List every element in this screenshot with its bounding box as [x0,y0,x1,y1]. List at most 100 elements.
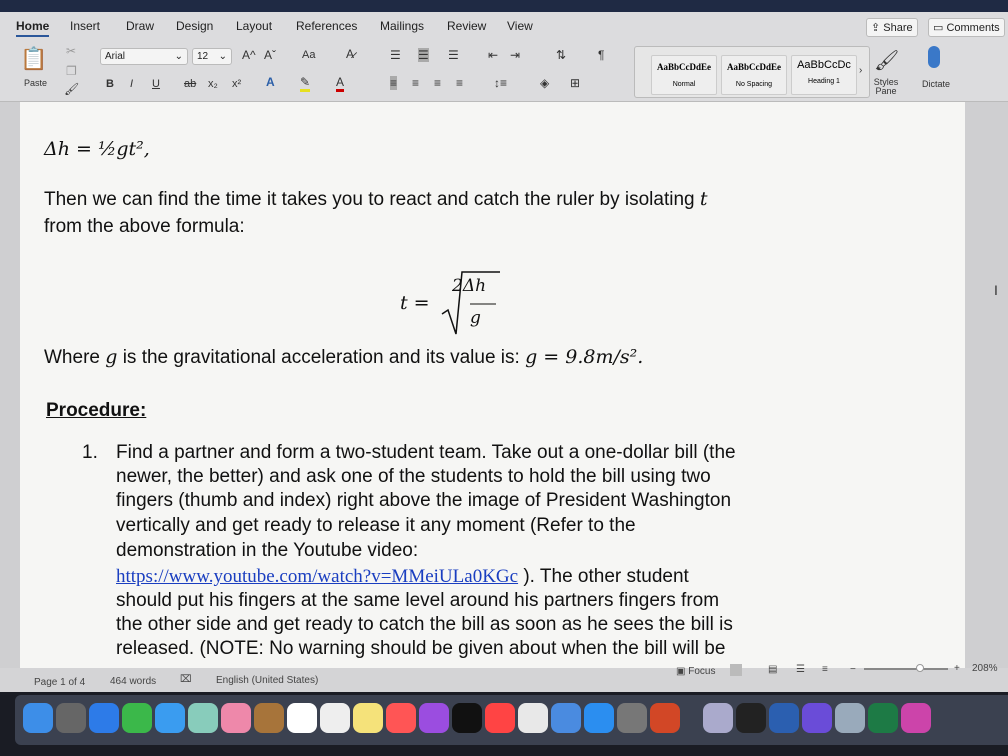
tab-design[interactable]: Design [176,19,213,33]
styles-pane-button[interactable]: Styles Pane [872,78,900,96]
dock-activity-monitor-icon[interactable] [736,703,766,733]
page-count[interactable]: Page 1 of 4 [34,677,85,688]
dock-music-icon[interactable] [386,703,416,733]
italic-button[interactable]: I [130,78,133,90]
superscript-button[interactable]: x² [232,78,241,90]
multilevel-list-icon[interactable]: ☰ [448,48,459,62]
language[interactable]: English (United States) [216,675,318,686]
align-right-icon[interactable]: ≡ [434,76,441,90]
dock-facetime-icon[interactable] [122,703,152,733]
cut-icon[interactable]: ✂ [66,44,76,58]
chevron-right-icon[interactable]: › [859,65,862,76]
dock-app-store-icon[interactable] [584,703,614,733]
styles-pane-icon[interactable]: 🖌 [874,48,899,73]
list-line: Find a partner and form a two-student te… [116,442,736,463]
dock-maps-icon[interactable] [188,703,218,733]
dock-keynote-icon[interactable] [551,703,581,733]
tab-draw[interactable]: Draw [126,19,154,33]
dock-numbers-icon[interactable] [518,703,548,733]
comments-button[interactable]: ▭ Comments [928,18,1005,37]
pilcrow-icon[interactable]: ¶ [598,48,604,62]
tab-review[interactable]: Review [447,19,486,33]
decrease-indent-icon[interactable]: ⇤ [488,48,498,62]
zoom-slider-thumb[interactable] [916,664,924,672]
bullets-icon[interactable]: ☰ [390,48,401,62]
dock-preview-icon[interactable] [703,703,733,733]
grow-font-button[interactable]: A^ [242,48,256,62]
focus-button[interactable]: ▣ Focus [676,666,715,677]
dock-podcasts-icon[interactable] [419,703,449,733]
dock-calendar-icon[interactable] [287,703,317,733]
strikethrough-button[interactable]: ab [184,78,196,90]
zoom-out-button[interactable]: − [850,664,856,675]
sort-icon[interactable]: ⇅ [556,48,566,62]
dock-word-icon[interactable] [769,703,799,733]
align-left-icon[interactable]: ≡ [390,76,398,90]
bold-button[interactable]: B [106,78,114,90]
numbering-icon[interactable]: ☰ [418,48,429,62]
dock-launchpad-icon[interactable] [56,703,86,733]
dock-siri-icon[interactable] [901,703,931,733]
font-size-select[interactable]: 12 ⌄ [192,48,232,65]
tab-insert[interactable]: Insert [70,19,100,33]
zoom-slider[interactable] [864,668,948,670]
dock-powerpoint-icon[interactable] [650,703,680,733]
proofing-icon[interactable]: ⌧ [180,674,192,685]
dock-system-preferences-icon[interactable] [617,703,647,733]
web-layout-icon[interactable]: ▤ [768,664,777,675]
print-layout-icon[interactable] [730,664,742,676]
paste-icon[interactable]: 📋 [20,46,47,72]
highlight-icon[interactable]: ✎ [300,75,311,92]
tab-references[interactable]: References [296,19,357,33]
style-heading-1[interactable]: AaBbCcDc Heading 1 [791,55,857,95]
draft-icon[interactable]: ≡ [822,664,828,675]
justify-icon[interactable]: ≡ [456,76,463,90]
shrink-font-button[interactable]: Aˇ [264,48,276,62]
tab-home[interactable]: Home [16,19,50,37]
copy-icon[interactable]: ❐ [66,64,77,78]
share-icon: ⇪ [871,22,884,34]
style-normal[interactable]: AaBbCcDdEe Normal [651,55,717,95]
text-cursor-icon: I [994,282,998,298]
style-no-spacing[interactable]: AaBbCcDdEe No Spacing [721,55,787,95]
tab-layout[interactable]: Layout [236,19,272,33]
zoom-in-button[interactable]: + [954,663,960,674]
dock-reminders-icon[interactable] [320,703,350,733]
document-page[interactable]: Δh = ½gt², Then we can find the time it … [20,102,965,668]
change-case-button[interactable]: Aa [302,49,315,61]
share-button[interactable]: ⇪ Share [866,18,918,37]
youtube-link[interactable]: https://www.youtube.com/watch?v=MMeiULa0… [116,566,518,587]
increase-indent-icon[interactable]: ⇥ [510,48,520,62]
borders-icon[interactable]: ⊞ [570,76,580,90]
tab-view[interactable]: View [507,19,533,33]
dock-notebook-icon[interactable] [254,703,284,733]
dock-finder-icon[interactable] [23,703,53,733]
dictate-button[interactable]: Dictate [922,79,950,89]
dock-photos-icon[interactable] [221,703,251,733]
align-center-icon[interactable]: ≡ [412,76,419,90]
dock-notes-icon[interactable] [353,703,383,733]
dock-news-icon[interactable] [485,703,515,733]
dock-imovie-icon[interactable] [802,703,832,733]
font-name-select[interactable]: Arial ⌄ [100,48,188,65]
shading-icon[interactable]: ◈ [540,76,549,90]
font-color-icon[interactable]: A [336,75,345,92]
subscript-button[interactable]: x₂ [208,78,218,90]
word-count[interactable]: 464 words [110,676,156,687]
dock-tv-icon[interactable] [452,703,482,733]
text-effects-icon[interactable]: A [266,75,275,89]
dock-safari-icon[interactable] [89,703,119,733]
line-spacing-icon[interactable]: ↕≡ [494,76,507,90]
tab-mailings[interactable]: Mailings [380,19,424,33]
dock-excel-icon[interactable] [868,703,898,733]
clear-formatting-icon[interactable]: A̷ [346,47,354,61]
outline-icon[interactable]: ☰ [796,664,805,675]
underline-button[interactable]: U [152,78,160,90]
microphone-icon[interactable] [928,46,940,68]
dock-mail-icon[interactable] [835,703,865,733]
dock-messages-icon[interactable] [155,703,185,733]
zoom-level[interactable]: 208% [972,663,998,674]
paste-button[interactable]: Paste [24,78,47,88]
format-painter-icon[interactable]: 🖌 [64,82,79,96]
equation-delta-h: Δh = ½gt², [44,138,150,160]
